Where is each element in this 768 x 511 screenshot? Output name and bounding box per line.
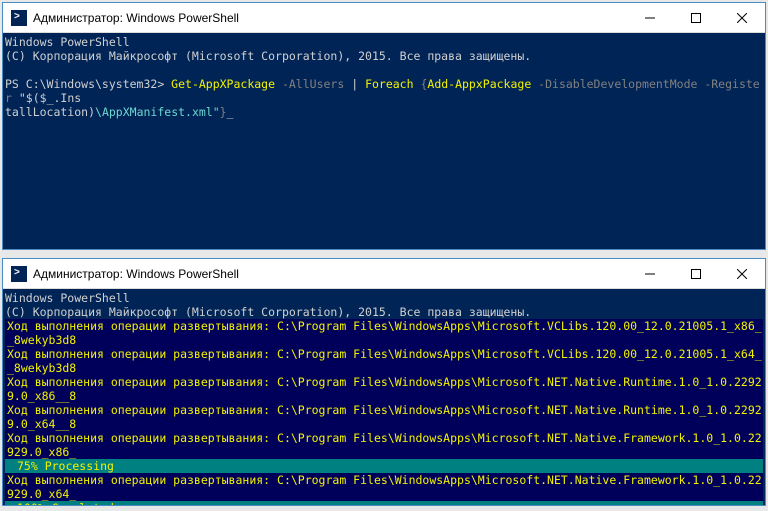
powershell-window-2: Администратор: Windows PowerShell Window… [2, 258, 766, 506]
window-title: Администратор: Windows PowerShell [33, 267, 627, 281]
prop: tallLocation [5, 105, 88, 119]
progress-output: Ход выполнения операции развертывания: C… [5, 319, 763, 505]
minimize-button[interactable] [627, 259, 673, 288]
window-controls [627, 259, 765, 288]
ps-header: Windows PowerShell [5, 35, 130, 49]
prompt: PS C:\Windows\system32> [5, 77, 171, 91]
titlebar[interactable]: Администратор: Windows PowerShell [3, 3, 765, 33]
ps-copyright: (С) Корпорация Майкрософт (Microsoft Cor… [5, 305, 531, 319]
ps-header: Windows PowerShell [5, 291, 130, 305]
progress-path: Ход выполнения операции развертывания: C… [5, 319, 763, 347]
cmdlet: Get-AppXPackage [171, 77, 275, 91]
progress-path: Ход выполнения операции развертывания: C… [5, 431, 763, 459]
console-area[interactable]: Windows PowerShell (С) Корпорация Майкро… [3, 33, 765, 249]
ps-copyright: (С) Корпорация Майкрософт (Microsoft Cor… [5, 49, 531, 63]
close-button[interactable] [719, 259, 765, 288]
cmdlet: Foreach [358, 77, 420, 91]
powershell-window-1: Администратор: Windows PowerShell Window… [2, 2, 766, 250]
console-area[interactable]: Windows PowerShell (С) Корпорация Майкро… [3, 289, 765, 505]
titlebar[interactable]: Администратор: Windows PowerShell [3, 259, 765, 289]
string: "$( [19, 91, 40, 105]
cursor-icon: _ [227, 105, 234, 119]
param: -AllUsers [275, 77, 351, 91]
brace: } [220, 105, 227, 119]
progress-path: Ход выполнения операции развертывания: C… [5, 473, 763, 501]
progress-status: 100% Completed [5, 501, 763, 505]
window-title: Администратор: Windows PowerShell [33, 11, 627, 25]
var: $_ [40, 91, 54, 105]
progress-path: Ход выполнения операции развертывания: C… [5, 347, 763, 375]
paren: ) [88, 105, 95, 119]
maximize-button[interactable] [673, 259, 719, 288]
progress-status: 75% Processing [5, 459, 763, 473]
progress-path: Ход выполнения операции развертывания: C… [5, 375, 763, 403]
path-string: \AppXManifest.xml" [95, 105, 220, 119]
close-button[interactable] [719, 3, 765, 32]
window-controls [627, 3, 765, 32]
minimize-button[interactable] [627, 3, 673, 32]
prop: .Ins [54, 91, 82, 105]
powershell-icon [11, 266, 27, 282]
cmdlet: Add-AppxPackage [427, 77, 531, 91]
maximize-button[interactable] [673, 3, 719, 32]
powershell-icon [11, 10, 27, 26]
progress-path: Ход выполнения операции развертывания: C… [5, 403, 763, 431]
